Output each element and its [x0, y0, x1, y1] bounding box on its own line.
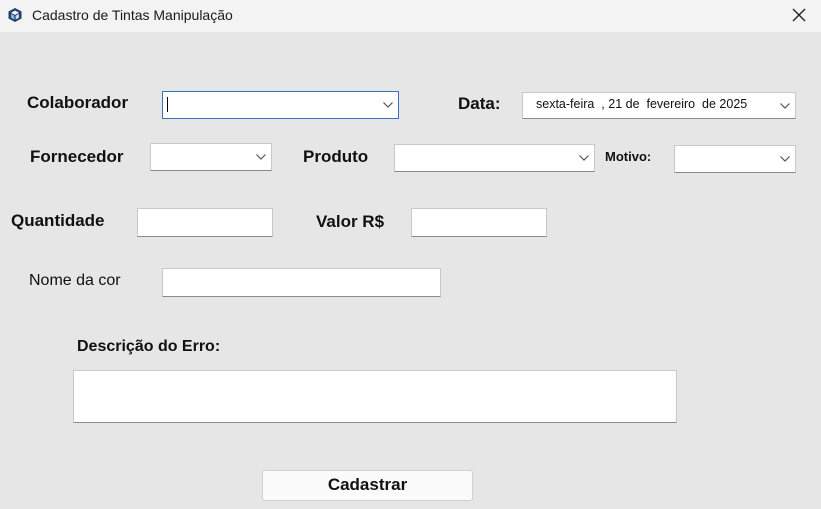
window-title: Cadastro de Tintas Manipulação: [32, 7, 233, 23]
chevron-down-icon: [579, 155, 589, 161]
date-value: sexta-feira , 21 de fevereiro de 2025: [536, 97, 748, 111]
motivo-combobox[interactable]: [674, 145, 796, 173]
valor-label: Valor R$: [316, 212, 385, 231]
nome-cor-label: Nome da cor: [29, 272, 121, 289]
title-bar: Cadastro de Tintas Manipulação: [0, 0, 821, 32]
quantidade-input[interactable]: [137, 208, 273, 237]
text-cursor: [167, 97, 168, 112]
close-icon: [792, 8, 806, 22]
chevron-down-icon: [256, 154, 266, 160]
chevron-down-icon: [383, 102, 393, 108]
cadastrar-button[interactable]: Cadastrar: [262, 470, 473, 501]
produto-label: Produto: [303, 147, 369, 166]
colaborador-combobox[interactable]: [162, 91, 399, 119]
close-button[interactable]: [788, 3, 810, 27]
colaborador-label: Colaborador: [27, 93, 129, 112]
app-icon: [8, 8, 22, 22]
produto-combobox[interactable]: [394, 144, 595, 172]
fornecedor-combobox[interactable]: [150, 143, 272, 171]
descricao-textarea[interactable]: [73, 370, 677, 423]
chevron-down-icon: [780, 156, 790, 162]
valor-input[interactable]: [411, 208, 547, 237]
quantidade-label: Quantidade: [11, 211, 105, 230]
nome-cor-input[interactable]: [162, 268, 441, 297]
data-label: Data:: [458, 94, 501, 113]
descricao-label: Descrição do Erro:: [77, 338, 221, 355]
fornecedor-label: Fornecedor: [30, 147, 124, 166]
chevron-down-icon: [780, 102, 790, 109]
motivo-label: Motivo:: [605, 149, 652, 164]
data-date-picker[interactable]: sexta-feira , 21 de fevereiro de 2025: [522, 92, 796, 119]
